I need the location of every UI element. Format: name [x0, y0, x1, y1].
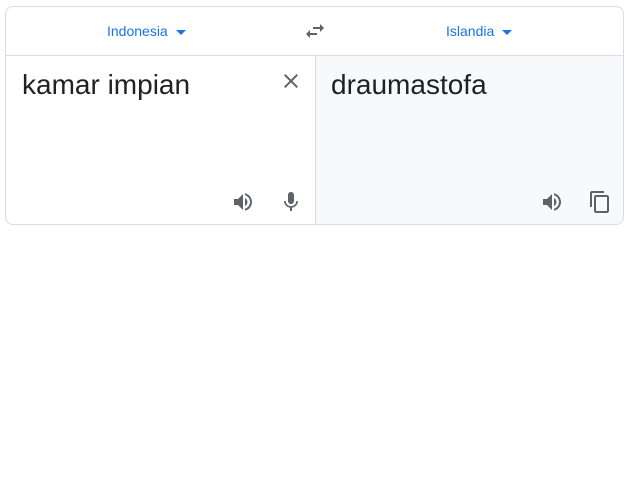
swap-languages-button[interactable]	[302, 19, 328, 43]
translated-text: draumastofa	[331, 69, 487, 100]
source-text-input[interactable]: kamar impian	[22, 68, 190, 102]
listen-target-button[interactable]	[540, 190, 564, 214]
caret-down-icon	[175, 29, 186, 35]
source-panel: kamar impian	[6, 56, 316, 224]
microphone-button[interactable]	[279, 190, 303, 214]
target-language-selector[interactable]: Islandia	[446, 23, 513, 39]
copy-button[interactable]	[588, 190, 612, 214]
listen-source-button[interactable]	[231, 190, 255, 214]
target-language-label: Islandia	[446, 23, 495, 39]
close-icon	[284, 74, 298, 88]
clear-button[interactable]	[279, 69, 303, 93]
language-bar: Indonesia Islandia	[6, 7, 623, 56]
speaker-icon	[543, 193, 561, 211]
source-language-label: Indonesia	[107, 23, 168, 39]
swap-arrows-icon	[306, 24, 324, 38]
source-language-selector[interactable]: Indonesia	[107, 23, 186, 39]
microphone-icon	[284, 192, 298, 211]
caret-down-icon	[502, 29, 513, 35]
copy-icon	[590, 191, 609, 213]
speaker-icon	[234, 193, 252, 211]
translate-widget: Indonesia Islandia kamar impian draumast…	[5, 6, 624, 225]
target-panel: draumastofa	[316, 56, 623, 224]
